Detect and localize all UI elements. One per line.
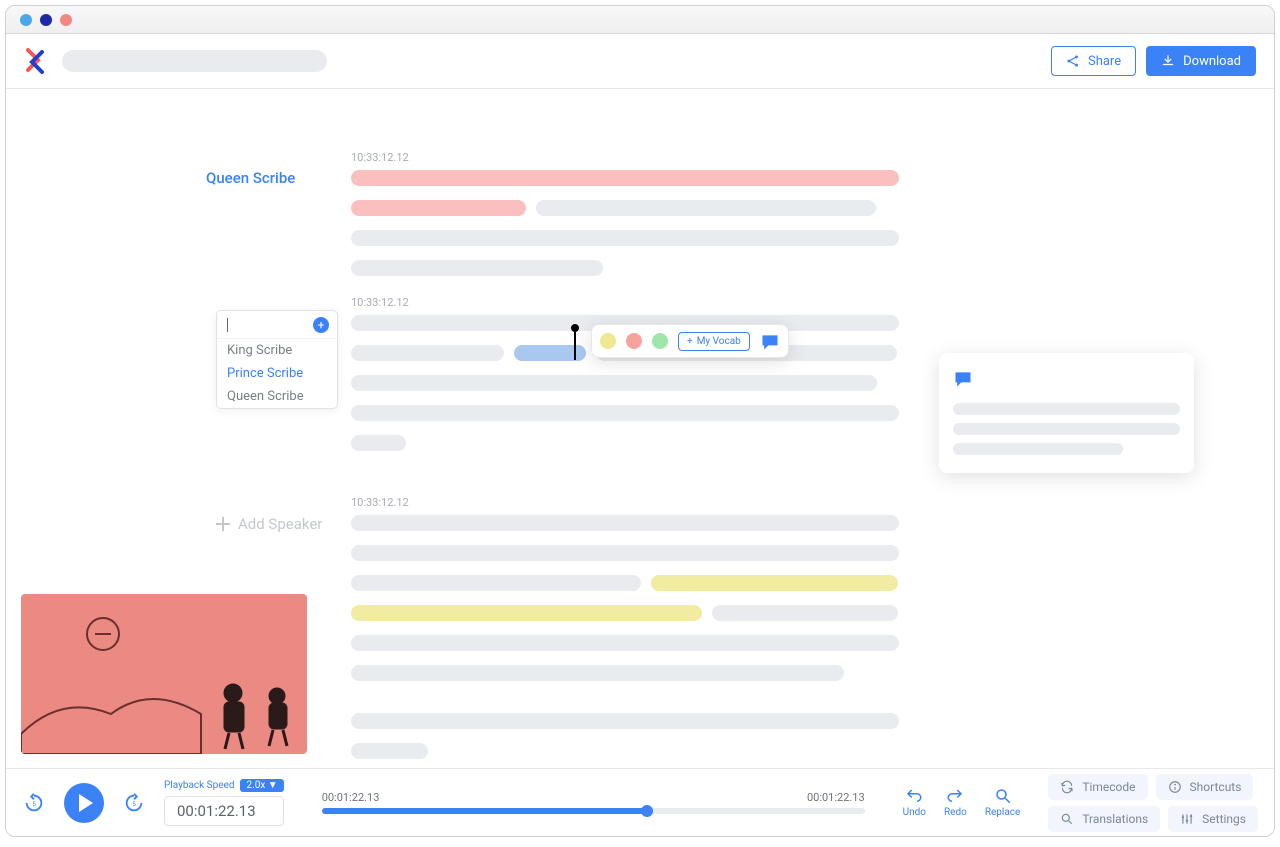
transcript-line[interactable] [351, 405, 899, 421]
speed-value: 2.0x [246, 780, 265, 791]
play-button[interactable] [64, 783, 104, 823]
replace-label: Replace [985, 807, 1021, 818]
app-logo-icon [24, 48, 46, 74]
replace-button[interactable]: Replace [985, 787, 1021, 818]
timecode-label: 10:33:12.12 [351, 151, 899, 164]
app-window: Share Download Queen Scribe 10:33:12.12 [5, 5, 1275, 837]
share-icon [1066, 54, 1080, 68]
add-speaker-label: Add Speaker [238, 515, 322, 533]
transcript-line[interactable] [351, 345, 504, 361]
transcript-block-3: 10:33:12.12 [351, 496, 899, 773]
player-footer: 5 5 Playback Speed 2.0x ▼ 00:01:22.13 00… [6, 768, 1274, 836]
comment-icon[interactable] [760, 332, 780, 350]
highlight-green-icon[interactable] [652, 333, 668, 349]
app-header: Share Download [6, 34, 1274, 89]
speaker-option[interactable]: Prince Scribe [217, 362, 337, 385]
undo-button[interactable]: Undo [903, 787, 926, 818]
speaker-name[interactable]: Queen Scribe [206, 169, 295, 187]
redo-label: Redo [944, 807, 967, 818]
sliders-icon [1180, 812, 1194, 826]
transcript-line[interactable] [351, 200, 526, 216]
transcript-line[interactable] [351, 713, 899, 729]
skip-forward-button[interactable]: 5 [122, 791, 146, 815]
timecode-label: 10:33:12.12 [351, 496, 899, 509]
progress-bar[interactable]: 00:01:22.13 00:01:22.13 [322, 791, 865, 814]
transcript-line[interactable] [712, 605, 898, 621]
plus-icon: + [687, 336, 693, 347]
comment-card[interactable] [939, 353, 1194, 473]
highlight-red-icon[interactable] [626, 333, 642, 349]
speaker-option-list: King Scribe Prince Scribe Queen Scribe [217, 339, 337, 408]
timecode-chip[interactable]: Timecode [1048, 774, 1147, 800]
settings-chip-label: Settings [1202, 812, 1246, 826]
video-preview[interactable] [21, 594, 307, 754]
transcript-editor: Queen Scribe 10:33:12.12 10:33:12.12 [6, 91, 1274, 766]
transcript-line[interactable] [351, 605, 702, 621]
timecode-input[interactable]: 00:01:22.13 [164, 796, 284, 826]
undo-label: Undo [903, 807, 926, 818]
share-button[interactable]: Share [1051, 46, 1136, 76]
skip-back-button[interactable]: 5 [22, 791, 46, 815]
transcript-line[interactable] [351, 665, 844, 681]
progress-time-left: 00:01:22.13 [322, 791, 380, 804]
transcript-block-2: 10:33:12.12 [351, 296, 899, 465]
comment-icon [953, 369, 973, 387]
svg-text:5: 5 [132, 799, 136, 807]
timecode-chip-label: Timecode [1082, 780, 1135, 794]
selection-toolbar: + My Vocab [591, 324, 789, 358]
progress-time-right: 00:01:22.13 [807, 791, 865, 804]
speaker-option[interactable]: King Scribe [217, 339, 337, 362]
vocab-button-label: My Vocab [697, 336, 741, 347]
transcript-block-1: Queen Scribe 10:33:12.12 [351, 151, 899, 290]
transcript-line[interactable] [351, 435, 406, 451]
highlight-yellow-icon[interactable] [600, 333, 616, 349]
plus-icon [216, 517, 230, 531]
transcript-line[interactable] [351, 375, 877, 391]
playback-speed-label: Playback Speed [164, 780, 234, 791]
transcript-line[interactable] [351, 743, 428, 759]
download-icon [1161, 54, 1175, 68]
footer-chips: Timecode Shortcuts Translations Settings [1048, 774, 1258, 832]
redo-button[interactable]: Redo [944, 787, 967, 818]
settings-chip[interactable]: Settings [1168, 806, 1258, 832]
traffic-light-1[interactable] [20, 14, 32, 26]
info-icon [1168, 780, 1182, 794]
transcript-line[interactable] [651, 575, 898, 591]
shortcuts-chip-label: Shortcuts [1190, 780, 1242, 794]
search-icon [1060, 812, 1074, 826]
window-titlebar [6, 6, 1274, 34]
transcript-line[interactable] [351, 575, 641, 591]
traffic-light-3[interactable] [60, 14, 72, 26]
traffic-light-2[interactable] [40, 14, 52, 26]
progress-track[interactable] [322, 808, 865, 814]
add-speaker-button[interactable]: Add Speaker [216, 515, 322, 533]
download-button-label: Download [1183, 54, 1241, 69]
add-vocab-button[interactable]: + My Vocab [678, 332, 750, 351]
sync-icon [1060, 780, 1074, 794]
transcript-line[interactable] [536, 200, 876, 216]
speaker-search-input[interactable]: + [217, 311, 337, 339]
timecode-label: 10:33:12.12 [351, 296, 899, 309]
shortcuts-chip[interactable]: Shortcuts [1156, 774, 1254, 800]
download-button[interactable]: Download [1146, 46, 1256, 76]
transcript-line[interactable] [351, 170, 899, 186]
transcript-line[interactable] [351, 515, 899, 531]
transcript-line[interactable] [351, 545, 899, 561]
transcript-line[interactable] [351, 230, 899, 246]
transcript-line-selected[interactable] [514, 345, 585, 361]
speaker-dropdown[interactable]: + King Scribe Prince Scribe Queen Scribe [216, 310, 338, 409]
translations-chip[interactable]: Translations [1048, 806, 1160, 832]
translations-chip-label: Translations [1082, 812, 1148, 826]
speaker-option[interactable]: Queen Scribe [217, 385, 337, 408]
footer-actions: Undo Redo Replace [903, 787, 1021, 818]
share-button-label: Share [1088, 54, 1121, 69]
document-title-placeholder[interactable] [62, 50, 327, 72]
add-speaker-icon[interactable]: + [313, 317, 329, 333]
transcript-line[interactable] [351, 635, 899, 651]
playback-speed-control[interactable]: Playback Speed 2.0x ▼ [164, 779, 284, 792]
transcript-line[interactable] [351, 260, 603, 276]
progress-thumb[interactable] [641, 805, 653, 817]
svg-text:5: 5 [32, 799, 36, 807]
